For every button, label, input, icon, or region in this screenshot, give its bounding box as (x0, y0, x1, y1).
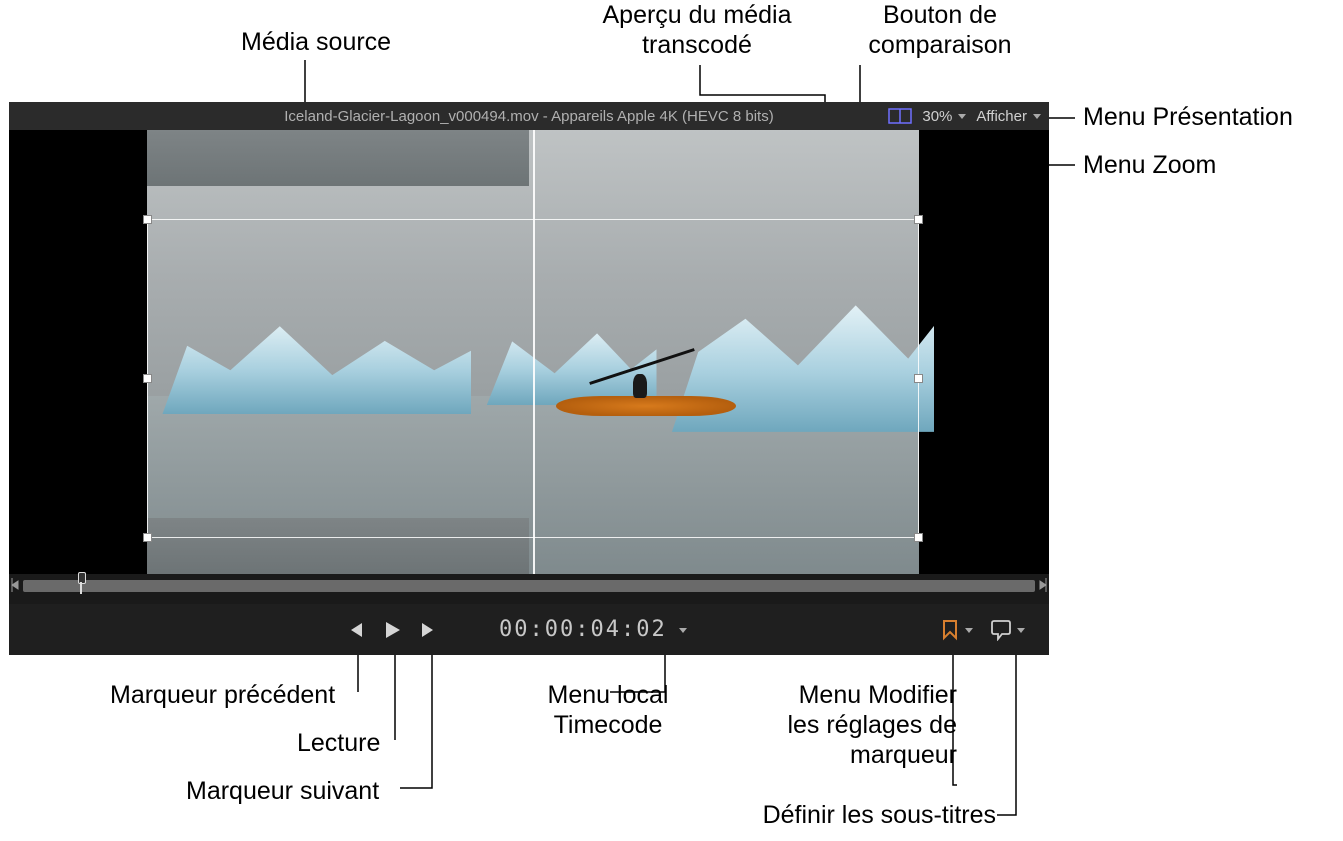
chevron-down-icon (1013, 622, 1025, 638)
label-zoom-menu: Menu Zoom (1083, 150, 1216, 180)
label-captions: Définir les sous-titres (721, 800, 996, 830)
label-compare-button: Bouton decomparaison (850, 0, 1030, 60)
crop-handle-br[interactable] (914, 533, 923, 542)
playhead[interactable] (75, 572, 87, 594)
next-marker-button[interactable] (411, 604, 447, 655)
control-bar: 00:00:04:02 (9, 604, 1049, 655)
view-menu[interactable]: Afficher (976, 108, 1041, 125)
crop-handle-tl[interactable] (143, 215, 152, 224)
timeline-scrubber[interactable] (9, 574, 1049, 604)
zoom-menu[interactable]: 30% (922, 108, 966, 125)
window-title: Iceland-Glacier-Lagoon_v000494.mov - App… (284, 108, 773, 125)
crop-handle-ml[interactable] (143, 374, 152, 383)
chevron-down-icon (961, 622, 973, 638)
label-play: Lecture (297, 728, 380, 758)
crop-handle-mr[interactable] (914, 374, 923, 383)
out-point-icon[interactable] (1038, 576, 1048, 594)
preview-window: Iceland-Glacier-Lagoon_v000494.mov - App… (9, 102, 1049, 655)
timecode-menu-chevron[interactable] (675, 617, 687, 642)
viewer[interactable] (9, 130, 1049, 574)
titlebar: Iceland-Glacier-Lagoon_v000494.mov - App… (9, 102, 1049, 130)
play-button[interactable] (373, 604, 411, 655)
label-timecode-menu: Menu localTimecode (528, 680, 688, 740)
view-menu-label: Afficher (976, 108, 1027, 125)
scrub-track[interactable] (23, 580, 1035, 592)
label-marker-menu: Menu Modifierles réglages demarqueur (757, 680, 957, 770)
crop-handle-tr[interactable] (914, 215, 923, 224)
timecode-value: 00:00:04:02 (499, 617, 667, 642)
label-prev-marker: Marqueur précédent (110, 680, 335, 710)
captions-button[interactable] (981, 604, 1033, 655)
crop-handle-bl[interactable] (143, 533, 152, 542)
preview-canvas (147, 130, 919, 574)
marker-settings-button[interactable] (931, 604, 981, 655)
timecode-display[interactable]: 00:00:04:02 (499, 617, 687, 642)
label-media-source: Média source (241, 27, 391, 57)
label-transcoded-preview: Aperçu du médiatranscodé (567, 0, 827, 60)
label-presentation-menu: Menu Présentation (1083, 102, 1293, 132)
source-filename: Iceland-Glacier-Lagoon_v000494.mov (284, 108, 538, 125)
in-point-icon[interactable] (10, 576, 20, 594)
encode-preset: Appareils Apple 4K (HEVC 8 bits) (551, 108, 774, 125)
prev-marker-button[interactable] (337, 604, 373, 655)
zoom-value: 30% (922, 108, 952, 125)
compare-button[interactable] (888, 108, 912, 124)
label-next-marker: Marqueur suivant (186, 776, 379, 806)
compare-divider[interactable] (533, 130, 535, 574)
letterbox-top (147, 130, 529, 186)
